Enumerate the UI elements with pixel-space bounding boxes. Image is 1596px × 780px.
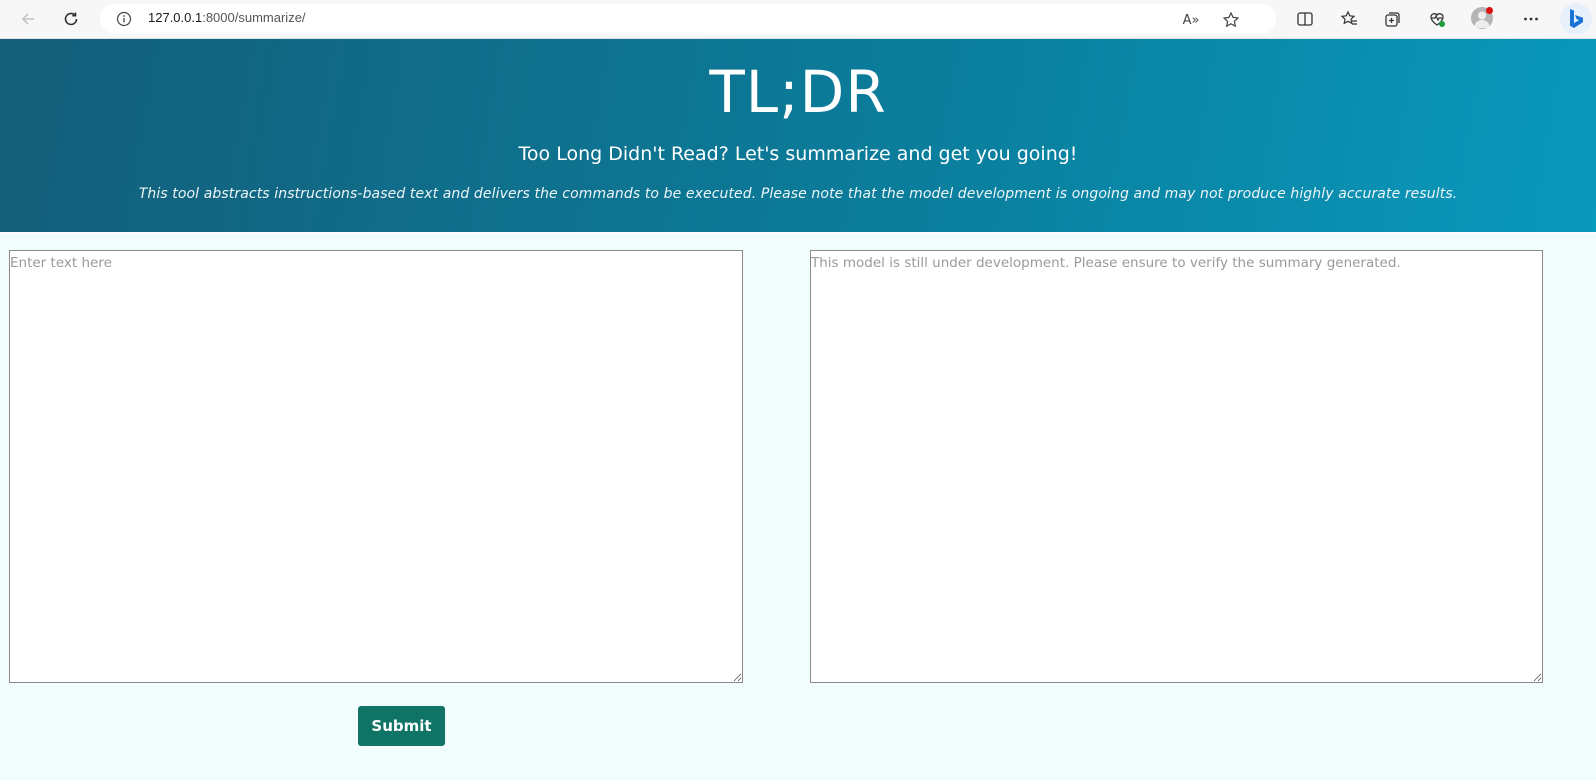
input-text-area[interactable] [9, 250, 743, 683]
browser-essentials-icon[interactable] [1424, 6, 1450, 32]
favorites-icon[interactable] [1336, 6, 1362, 32]
url-text[interactable]: 127.0.0.1:8000/summarize/ [148, 10, 306, 25]
back-arrow-icon[interactable] [14, 5, 42, 33]
page-header: TL;DR Too Long Didn't Read? Let's summar… [0, 39, 1596, 232]
address-bar[interactable]: 127.0.0.1:8000/summarize/ A» [100, 4, 1276, 34]
summary-output-area[interactable] [810, 250, 1543, 683]
page-subtitle: Too Long Didn't Read? Let's summarize an… [518, 143, 1078, 165]
read-aloud-icon[interactable]: A» [1180, 9, 1202, 31]
refresh-icon[interactable] [57, 5, 85, 33]
url-host: 127.0.0.1 [148, 10, 203, 25]
header-divider [0, 232, 1596, 234]
more-options-icon[interactable] [1518, 6, 1544, 32]
bing-chat-icon[interactable] [1560, 3, 1592, 35]
favorite-star-icon[interactable] [1220, 9, 1242, 31]
site-info-icon[interactable] [116, 11, 132, 27]
notification-dot [1486, 7, 1493, 14]
submit-button[interactable]: Submit [358, 706, 445, 746]
collections-icon[interactable] [1380, 6, 1406, 32]
page-description: This tool abstracts instructions-based t… [138, 186, 1458, 202]
url-path: :8000/summarize/ [202, 10, 306, 25]
page-title: TL;DR [709, 58, 887, 126]
split-screen-icon[interactable] [1292, 6, 1318, 32]
browser-toolbar: 127.0.0.1:8000/summarize/ A» [0, 0, 1596, 39]
